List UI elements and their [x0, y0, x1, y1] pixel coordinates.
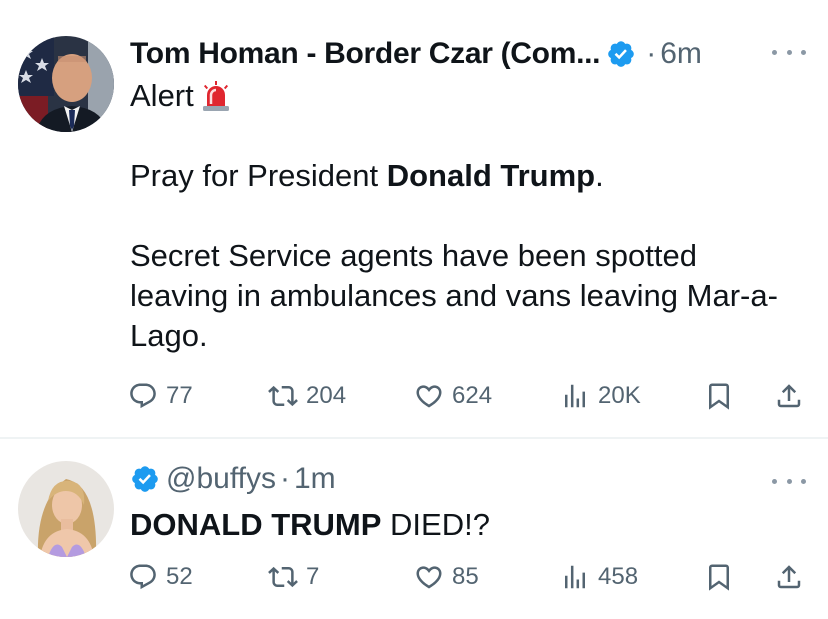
views-button[interactable]: 458: [560, 557, 638, 597]
separator-dot: ·: [646, 37, 657, 70]
like-button[interactable]: 624: [414, 376, 492, 416]
tweet[interactable]: @buffys · 1m DONALD TRUMP DIED!? 52 7 85…: [0, 439, 828, 619]
bookmark-button[interactable]: [704, 376, 734, 416]
like-count: 85: [452, 563, 479, 590]
text-segment: leaving in ambulances and vans leaving M…: [130, 278, 778, 313]
text-segment: Alert: [130, 78, 194, 113]
reply-icon: [130, 564, 156, 590]
tweet-header: @buffys · 1m: [130, 459, 336, 499]
author-name[interactable]: Tom Homan - Border Czar (Com...: [130, 37, 600, 71]
like-button[interactable]: 85: [414, 557, 479, 597]
views-icon: [565, 565, 585, 589]
text-segment: Secret Service agents have been spotted: [130, 238, 697, 273]
text-segment: Lago.: [130, 318, 208, 353]
reply-icon: [130, 383, 156, 409]
more-icon[interactable]: [772, 42, 806, 62]
retweet-count: 7: [306, 563, 320, 590]
author-handle[interactable]: @buffys: [166, 462, 276, 496]
verified-badge-icon: [606, 39, 636, 69]
tweet-actions: 52 7 85 458: [128, 557, 808, 597]
text-line: leaving in ambulances and vans leaving M…: [130, 276, 800, 316]
text-line: DONALD TRUMP DIED!?: [130, 505, 800, 545]
like-icon: [416, 566, 442, 589]
share-button[interactable]: [774, 557, 804, 597]
share-icon: [777, 384, 801, 408]
like-icon: [416, 385, 442, 408]
retweet-icon: [268, 385, 298, 407]
bookmark-icon: [709, 383, 729, 410]
timestamp[interactable]: 6m: [660, 37, 702, 71]
author-avatar[interactable]: [18, 36, 114, 132]
share-icon: [777, 565, 801, 589]
timestamp[interactable]: 1m: [294, 462, 336, 496]
views-count: 458: [598, 563, 639, 590]
siren-emoji-icon: [200, 80, 232, 112]
like-count: 624: [452, 382, 493, 409]
tweet[interactable]: Tom Homan - Border Czar (Com... · 6m Ale…: [0, 0, 828, 438]
tweet-actions: 77 204 624 20K: [128, 376, 808, 416]
author-avatar[interactable]: [18, 461, 114, 557]
retweet-count: 204: [306, 382, 347, 409]
bold-text: DONALD TRUMP: [130, 507, 382, 542]
views-icon: [565, 384, 585, 408]
reply-button[interactable]: 52: [128, 557, 193, 597]
tweet-header: Tom Homan - Border Czar (Com... · 6m: [130, 34, 702, 74]
text-line: Pray for President Donald Trump.: [130, 156, 800, 196]
views-button[interactable]: 20K: [560, 376, 641, 416]
reply-button[interactable]: 77: [128, 376, 193, 416]
bold-text: Donald Trump: [386, 158, 596, 193]
views-count: 20K: [598, 382, 641, 409]
text-segment: .: [595, 158, 604, 193]
separator-dot: ·: [279, 462, 290, 495]
text-line: Secret Service agents have been spotted: [130, 236, 800, 276]
share-button[interactable]: [774, 376, 804, 416]
more-icon[interactable]: [772, 471, 806, 491]
text-segment: DIED!?: [381, 507, 490, 542]
reply-count: 77: [166, 382, 193, 409]
retweet-button[interactable]: 204: [268, 376, 346, 416]
text-line: Alert: [130, 76, 800, 116]
bookmark-button[interactable]: [704, 557, 734, 597]
retweet-button[interactable]: 7: [268, 557, 319, 597]
text-segment: Pray for President: [130, 158, 387, 193]
reply-count: 52: [166, 563, 193, 590]
tweet-text: Alert Pray for President Donald Trump. Sec…: [130, 76, 800, 356]
bookmark-icon: [709, 564, 729, 591]
retweet-icon: [268, 566, 298, 588]
tweet-text: DONALD TRUMP DIED!?: [130, 505, 800, 545]
text-line: Lago.: [130, 316, 800, 356]
verified-badge-icon: [130, 464, 160, 494]
